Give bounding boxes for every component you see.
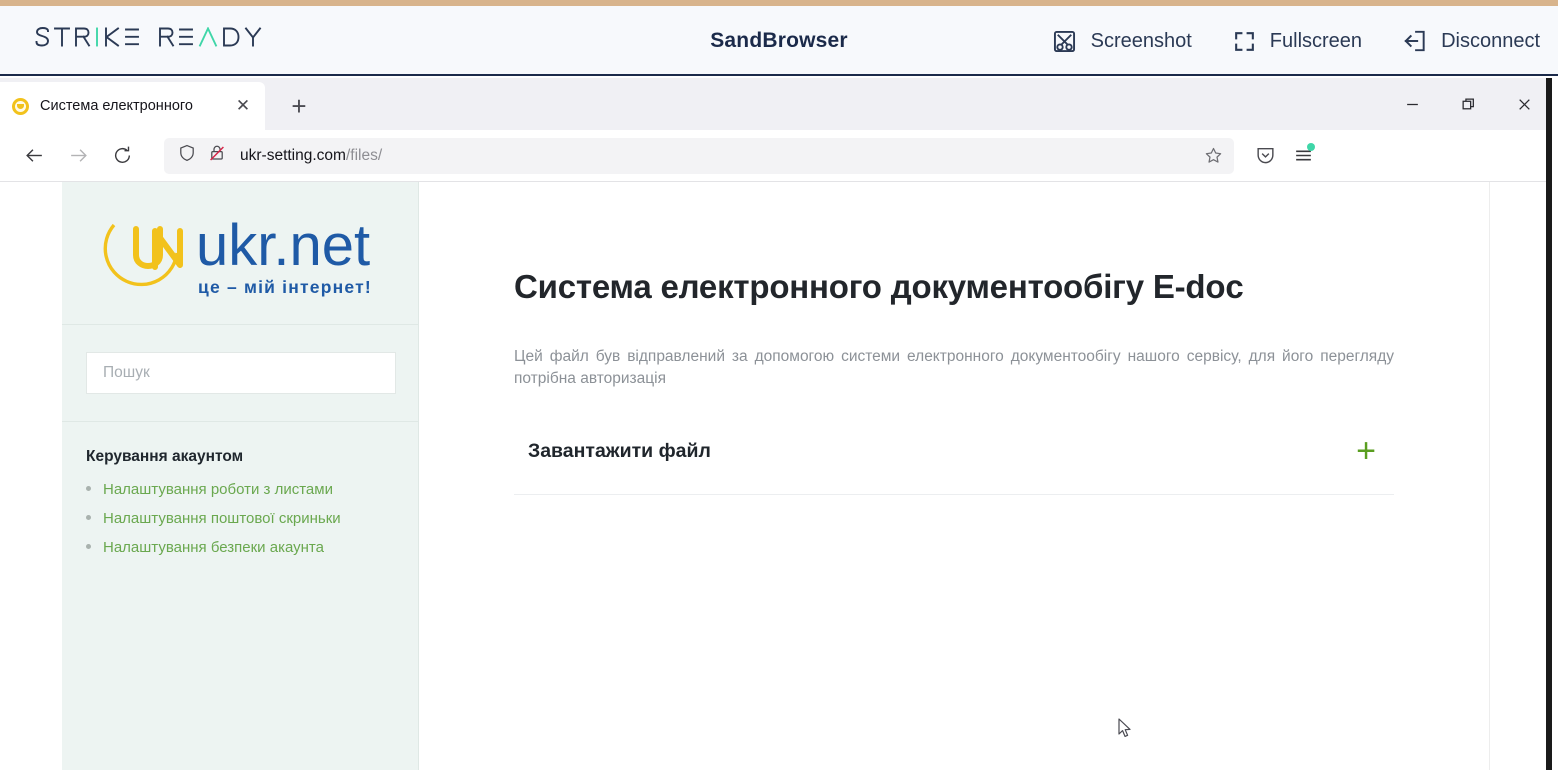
shield-icon[interactable] (178, 144, 196, 167)
page-viewport: ukr.net це – мій інтернет! Керування ака… (0, 182, 1546, 770)
list-item[interactable]: Налаштування роботи з листами (86, 481, 418, 498)
fullscreen-button[interactable]: Fullscreen (1232, 29, 1362, 54)
bookmark-star-icon[interactable] (1198, 141, 1228, 171)
browser-navbar: ukr-setting.com/files/ (0, 130, 1546, 182)
screenshot-button[interactable]: Screenshot (1051, 28, 1192, 55)
search-input[interactable] (86, 352, 396, 394)
sidebar-item-security-settings[interactable]: Налаштування безпеки акаунта (103, 539, 324, 556)
site-layout: ukr.net це – мій інтернет! Керування ака… (0, 182, 1489, 770)
sidebar-section-heading: Керування акаунтом (86, 448, 244, 465)
fullscreen-label: Fullscreen (1269, 29, 1363, 52)
list-item[interactable]: Налаштування поштової скриньки (86, 510, 418, 527)
sandbrowser-header: SandBrowser Screenshot Fullscreen Discon… (0, 6, 1558, 76)
page-title: SandBrowser (710, 29, 848, 52)
window-restore-button[interactable] (1440, 78, 1496, 130)
sidebar-search-block (62, 325, 418, 422)
fullscreen-corners-icon (1232, 29, 1257, 54)
url-text: ukr-setting.com/files/ (240, 147, 1198, 165)
ukrnet-logo-block: ukr.net це – мій інтернет! (62, 182, 418, 325)
upload-file-label: Завантажити файл (528, 439, 711, 462)
disconnect-exit-icon (1402, 28, 1428, 54)
reload-icon[interactable] (102, 136, 142, 176)
ukrnet-favicon-icon (12, 97, 29, 115)
pocket-shield-icon[interactable] (1246, 137, 1284, 175)
menu-update-badge (1307, 142, 1315, 151)
content-title: Система електронного документообігу E-do… (514, 268, 1244, 305)
url-path: /files/ (345, 146, 383, 164)
sidebar-account-section: Керування акаунтом Налаштування роботи з… (62, 422, 418, 556)
url-identity-icons (178, 144, 226, 167)
list-item[interactable]: Налаштування безпеки акаунта (86, 539, 418, 556)
site-main: Система електронного документообігу E-do… (419, 182, 1489, 770)
browser-window: Система електронного ✕ + ukr-setting.com… (0, 78, 1552, 770)
page-right-gutter (1490, 182, 1546, 770)
insecure-lock-icon[interactable] (208, 144, 226, 167)
sidebar-item-mailbox-settings[interactable]: Налаштування поштової скриньки (103, 510, 341, 527)
sandbrowser-actions: Screenshot Fullscreen Disconnect (1051, 6, 1540, 76)
tab-title: Система електронного (40, 98, 193, 114)
site-sidebar: ukr.net це – мій інтернет! Керування ака… (62, 182, 419, 770)
window-close-button[interactable] (1496, 78, 1546, 130)
forward-arrow-icon[interactable] (58, 136, 98, 176)
strikeready-logo (34, 27, 292, 53)
svg-text:ukr.net: ukr.net (196, 213, 370, 278)
tab-close-icon[interactable]: ✕ (231, 94, 255, 118)
window-controls (1384, 78, 1546, 130)
new-tab-button[interactable]: + (279, 86, 319, 126)
tab-strip: Система електронного ✕ + (0, 78, 1546, 130)
sidebar-item-mail-settings[interactable]: Налаштування роботи з листами (103, 481, 333, 498)
hamburger-menu-icon[interactable] (1284, 137, 1322, 175)
window-minimize-button[interactable] (1384, 78, 1440, 130)
browser-tab-active[interactable]: Система електронного ✕ (0, 82, 265, 130)
ukrnet-logo[interactable]: ukr.net це – мій інтернет! (98, 205, 382, 301)
url-host: ukr-setting.com (240, 146, 346, 164)
back-arrow-icon[interactable] (14, 136, 54, 176)
bullet-icon (86, 544, 91, 549)
disconnect-label: Disconnect (1441, 29, 1540, 52)
screenshot-label: Screenshot (1090, 29, 1192, 52)
plus-icon[interactable]: + (1356, 434, 1376, 468)
disconnect-button[interactable]: Disconnect (1402, 28, 1540, 54)
sidebar-link-list: Налаштування роботи з листами Налаштуван… (86, 481, 418, 556)
content-description: Цей файл був відправлений за допомогою с… (514, 348, 1394, 387)
url-bar[interactable]: ukr-setting.com/files/ (164, 137, 1234, 174)
svg-text:це – мій інтернет!: це – мій інтернет! (198, 277, 372, 297)
bullet-icon (86, 486, 91, 491)
screenshot-crop-icon (1051, 28, 1078, 55)
upload-file-row[interactable]: Завантажити файл + (514, 434, 1394, 496)
bullet-icon (86, 515, 91, 520)
